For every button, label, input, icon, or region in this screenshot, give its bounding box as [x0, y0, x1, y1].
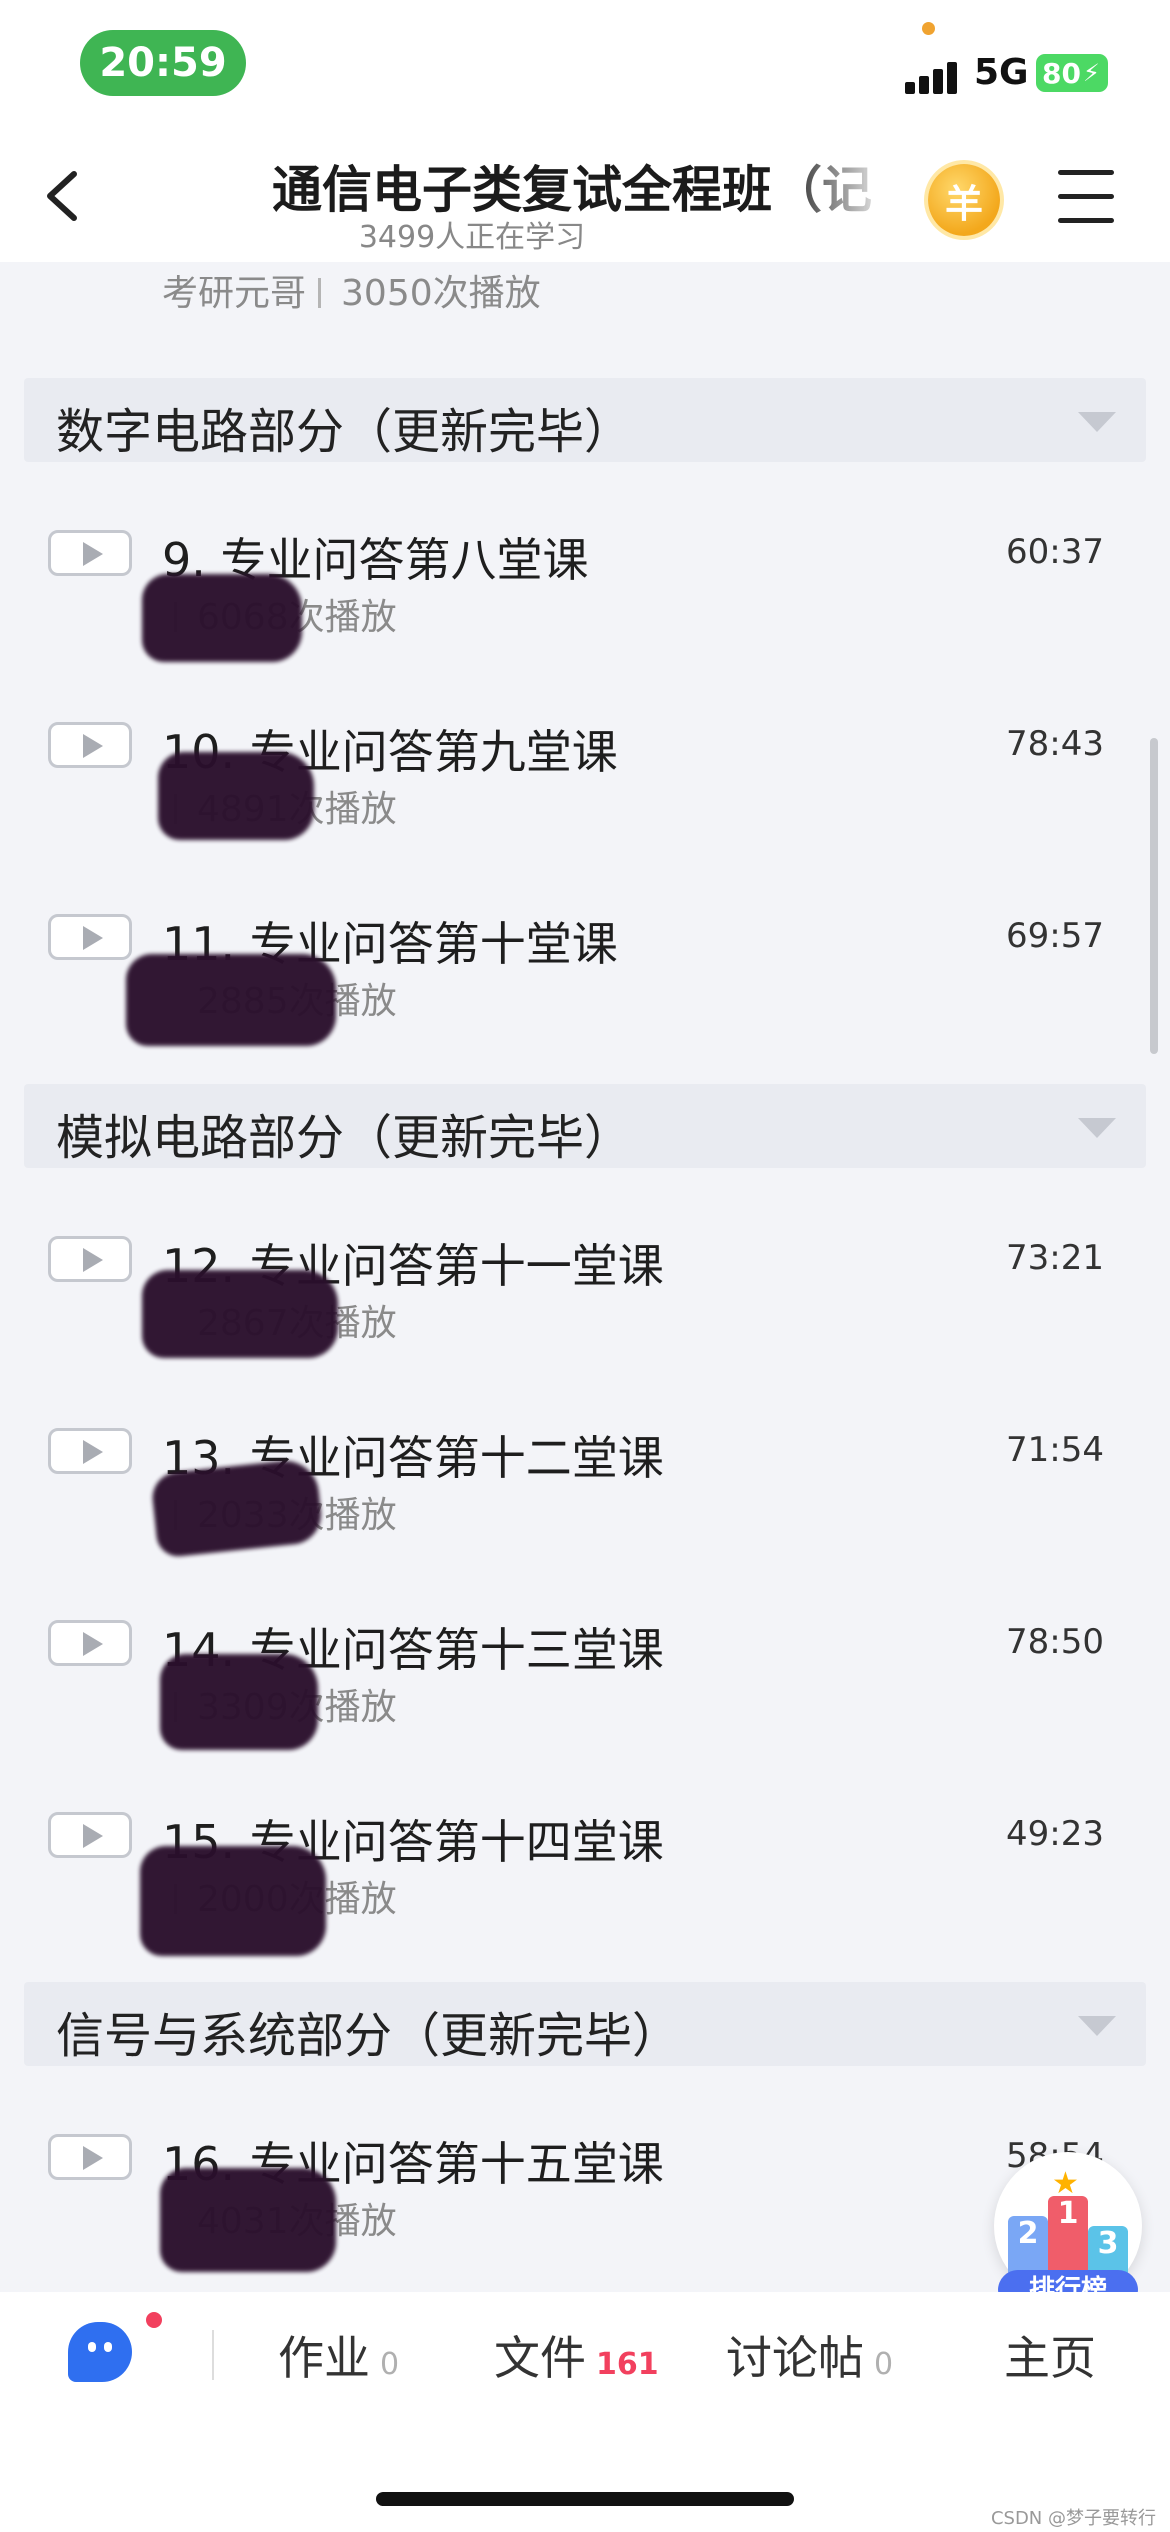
scrollbar[interactable]	[1150, 738, 1158, 1054]
battery-icon: 80 ⚡	[1036, 54, 1108, 92]
chat-bubble-icon[interactable]	[68, 2322, 132, 2382]
battery-level: 80	[1042, 56, 1081, 90]
section-header-digital-circuits[interactable]: 数字电路部分（更新完毕）	[24, 378, 1146, 462]
play-icon[interactable]	[48, 722, 132, 768]
learners-count: 3499人正在学习	[358, 220, 586, 255]
redaction-mark	[160, 2168, 336, 2272]
tab-label: 讨论帖	[726, 2331, 864, 2385]
network-type: 5G	[974, 52, 1029, 93]
tab-label: 主页	[1004, 2331, 1096, 2385]
section-header-signals-systems[interactable]: 信号与系统部分（更新完毕）	[24, 1982, 1146, 2066]
status-bar: 20:59 5G 80 ⚡	[0, 0, 1170, 130]
collapse-caret-icon	[1078, 412, 1116, 432]
podium-first: 1	[1048, 2196, 1088, 2278]
course-header: 通信电子类复试全程班（记 3499人正在学习 羊	[0, 130, 1170, 262]
watermark: CSDN @梦子要转行	[990, 2508, 1156, 2529]
tab-discussions[interactable]: 讨论帖 0	[726, 2322, 893, 2388]
section-title: 信号与系统部分（更新完毕）	[56, 2008, 681, 2064]
redaction-mark	[142, 1270, 338, 1358]
podium-second: 2	[1008, 2216, 1048, 2278]
lesson-duration: 78:50	[1006, 1622, 1104, 1662]
lesson-list[interactable]: 考研元哥 3050次播放 数字电路部分（更新完毕） 9. 专业问答第八堂课 606…	[0, 262, 1170, 2292]
lesson-item[interactable]: 11. 专业问答第十堂课 2885次播放 69:57	[0, 908, 1170, 1098]
redaction-mark	[142, 574, 302, 662]
redaction-mark	[160, 1654, 318, 1750]
play-icon[interactable]	[48, 1812, 132, 1858]
cellular-signal-icon	[905, 58, 965, 94]
redaction-mark	[150, 1457, 324, 1559]
tab-count: 161	[596, 2347, 659, 2382]
lesson-item[interactable]: 15. 专业问答第十四堂课 2000次播放 49:23	[0, 1806, 1170, 1996]
coin-glyph: 羊	[944, 181, 983, 226]
play-icon[interactable]	[48, 1428, 132, 1474]
tab-label: 文件	[494, 2331, 586, 2385]
status-time: 20:59	[80, 30, 246, 96]
menu-icon[interactable]	[1058, 170, 1114, 226]
collapse-caret-icon	[1078, 2016, 1116, 2036]
tab-count: 0	[874, 2347, 894, 2382]
lesson-author: 考研元哥	[162, 273, 307, 314]
mic-indicator-dot	[922, 22, 935, 35]
section-header-analog-circuits[interactable]: 模拟电路部分（更新完毕）	[24, 1084, 1146, 1168]
lesson-plays: 3050次播放	[341, 273, 541, 314]
lesson-duration: 78:43	[1006, 724, 1104, 764]
tab-home[interactable]: 主页	[1004, 2322, 1096, 2388]
redaction-mark	[158, 752, 314, 840]
section-title: 数字电路部分（更新完毕）	[56, 404, 633, 460]
tab-files[interactable]: 文件 161	[494, 2322, 659, 2388]
lesson-duration: 49:23	[1006, 1814, 1104, 1854]
lesson-item[interactable]: 10. 专业问答第九堂课 4891次播放 78:43	[0, 716, 1170, 906]
lesson-item[interactable]: 12. 专业问答第十一堂课 2867次播放 73:21	[0, 1230, 1170, 1420]
redaction-mark	[126, 954, 336, 1046]
home-indicator	[376, 2492, 794, 2506]
tab-count: 0	[380, 2347, 400, 2382]
section-title: 模拟电路部分（更新完毕）	[56, 1110, 633, 1166]
ranking-button[interactable]: ★ 2 1 3 排行榜	[994, 2152, 1142, 2312]
lesson-item[interactable]: 9. 专业问答第八堂课 6068次播放 60:37	[0, 524, 1170, 714]
lesson-duration: 73:21	[1006, 1238, 1104, 1278]
play-icon[interactable]	[48, 2134, 132, 2180]
previous-lesson-meta: 考研元哥 3050次播放	[162, 264, 541, 316]
back-arrow-icon[interactable]	[36, 166, 96, 226]
collapse-caret-icon	[1078, 1118, 1116, 1138]
divider	[212, 2330, 214, 2380]
lesson-item[interactable]: 14. 专业问答第十三堂课 3309次播放 78:50	[0, 1614, 1170, 1804]
redaction-mark	[140, 1846, 326, 1956]
lesson-item[interactable]: 13. 专业问答第十二堂课 2033次播放 71:54	[0, 1422, 1170, 1612]
play-icon[interactable]	[48, 914, 132, 960]
notification-dot	[146, 2312, 162, 2328]
play-icon[interactable]	[48, 1236, 132, 1282]
bottom-tab-bar: 作业 0 文件 161 讨论帖 0 主页 CSDN @梦子要转行	[0, 2292, 1170, 2532]
tab-label: 作业	[278, 2331, 370, 2385]
coin-icon[interactable]: 羊	[928, 164, 1000, 236]
lesson-duration: 60:37	[1006, 532, 1104, 572]
play-icon[interactable]	[48, 530, 132, 576]
lesson-duration: 69:57	[1006, 916, 1104, 956]
lesson-duration: 71:54	[1006, 1430, 1104, 1470]
tab-homework[interactable]: 作业 0	[278, 2322, 399, 2388]
play-icon[interactable]	[48, 1620, 132, 1666]
